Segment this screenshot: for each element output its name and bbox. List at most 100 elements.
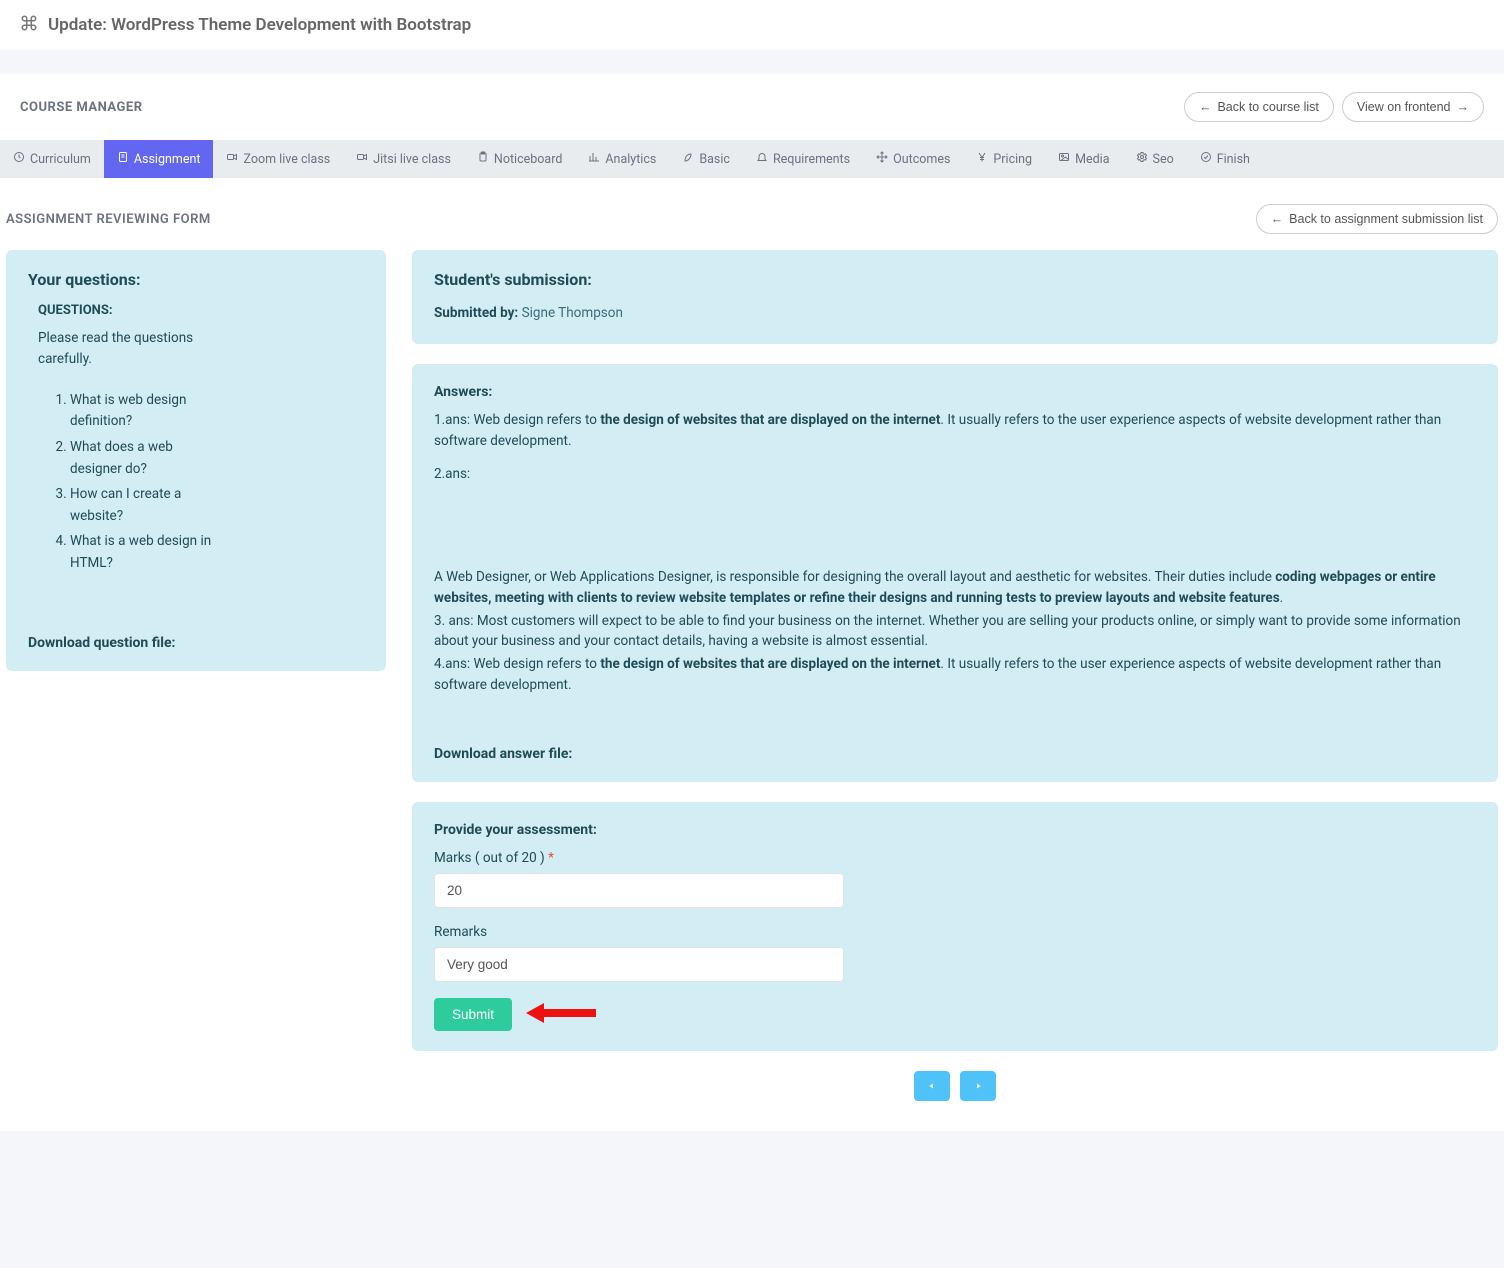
- left-column: Your questions: QUESTIONS: Please read t…: [6, 250, 386, 691]
- submitted-by: Submitted by: Signe Thompson: [434, 303, 1476, 324]
- page-title: Update: WordPress Theme Development with…: [48, 15, 471, 35]
- tab-label: Zoom live class: [243, 152, 330, 167]
- clock-icon: [13, 151, 25, 167]
- tab-label: Analytics: [605, 152, 656, 167]
- tab-label: Requirements: [773, 152, 850, 167]
- back-to-course-list-label: Back to course list: [1217, 100, 1318, 114]
- tab-label: Finish: [1217, 152, 1250, 167]
- questions-list: What is web design definition? What does…: [38, 390, 218, 575]
- tab-label: Assignment: [134, 152, 201, 167]
- arrow-left-icon: ←: [1271, 212, 1284, 226]
- answer-2-prefix: A Web Designer, or Web Applications Desi…: [434, 569, 1275, 585]
- answer-4-prefix: 4.ans: Web design refers to: [434, 656, 600, 672]
- questions-note: Please read the questions carefully.: [38, 328, 198, 370]
- remarks-label: Remarks: [434, 924, 1476, 940]
- view-on-frontend-label: View on frontend: [1357, 100, 1451, 114]
- tab-curriculum[interactable]: Curriculum: [0, 140, 104, 178]
- right-column: Student's submission: Submitted by: Sign…: [412, 250, 1498, 1101]
- arrow-right-icon: [973, 1079, 983, 1094]
- submitted-by-name: Signe Thompson: [522, 305, 623, 321]
- submission-heading: Student's submission:: [434, 270, 1476, 289]
- tab-requirements[interactable]: Requirements: [743, 140, 863, 178]
- bell-icon: [756, 151, 768, 167]
- arrow-right-icon: →: [1457, 100, 1470, 114]
- tab-label: Media: [1075, 152, 1109, 167]
- view-on-frontend-button[interactable]: View on frontend →: [1342, 92, 1484, 122]
- tab-label: Noticeboard: [494, 152, 562, 167]
- pager-prev-button[interactable]: [914, 1071, 950, 1101]
- course-manager-actions: ← Back to course list View on frontend →: [1184, 92, 1484, 122]
- tab-outcomes[interactable]: Outcomes: [863, 140, 963, 178]
- tab-analytics[interactable]: Analytics: [575, 140, 669, 178]
- tab-label: Curriculum: [30, 152, 91, 167]
- pager-next-button[interactable]: [960, 1071, 996, 1101]
- required-asterisk: *: [548, 850, 554, 866]
- remarks-input[interactable]: [434, 947, 844, 982]
- assessment-panel: Provide your assessment: Marks ( out of …: [412, 802, 1498, 1051]
- question-item: What is web design definition?: [70, 390, 218, 433]
- video-icon: [356, 151, 368, 167]
- answer-1: 1.ans: Web design refers to the design o…: [434, 410, 1476, 452]
- answer-2-suffix: .: [1280, 590, 1284, 606]
- question-item: What is a web design in HTML?: [70, 531, 218, 574]
- marks-input[interactable]: [434, 873, 844, 908]
- answer-1-prefix: 1.ans: Web design refers to: [434, 412, 600, 428]
- tab-zoom-live-class[interactable]: Zoom live class: [213, 140, 343, 178]
- tab-label: Basic: [699, 152, 730, 167]
- download-question-file-label: Download question file:: [28, 635, 364, 651]
- command-icon: [20, 14, 38, 36]
- tab-finish[interactable]: Finish: [1187, 140, 1263, 178]
- tab-seo[interactable]: Seo: [1123, 140, 1187, 178]
- tab-media[interactable]: Media: [1045, 140, 1122, 178]
- answer-2-body: A Web Designer, or Web Applications Desi…: [434, 567, 1476, 609]
- question-item: What does a web designer do?: [70, 437, 218, 480]
- tab-label: Pricing: [993, 152, 1032, 167]
- content-area: ASSIGNMENT REVIEWING FORM ← Back to assi…: [0, 178, 1504, 1131]
- course-manager-label: COURSE MANAGER: [20, 100, 143, 115]
- answer-4-bold: the design of websites that are displaye…: [600, 656, 940, 672]
- back-to-submission-list-label: Back to assignment submission list: [1289, 212, 1483, 226]
- gear-icon: [1136, 151, 1148, 167]
- tabs-bar: Curriculum Assignment Zoom live class Ji…: [0, 140, 1504, 178]
- two-column-layout: Your questions: QUESTIONS: Please read t…: [6, 250, 1498, 1101]
- spacer: [0, 50, 1504, 74]
- file-icon: [117, 151, 129, 167]
- marks-label-text: Marks ( out of 20 ): [434, 850, 545, 866]
- back-to-course-list-button[interactable]: ← Back to course list: [1184, 92, 1334, 122]
- arrow-left-icon: ←: [1199, 100, 1212, 114]
- move-icon: [876, 151, 888, 167]
- tab-jitsi-live-class[interactable]: Jitsi live class: [343, 140, 464, 178]
- submit-button[interactable]: Submit: [434, 998, 512, 1031]
- tab-label: Seo: [1153, 152, 1174, 167]
- tab-label: Outcomes: [893, 152, 950, 167]
- arrow-left-icon: [927, 1079, 937, 1094]
- image-icon: [1058, 151, 1070, 167]
- currency-icon: [976, 151, 988, 167]
- questions-heading: Your questions:: [28, 270, 364, 289]
- course-manager-bar: COURSE MANAGER ← Back to course list Vie…: [0, 74, 1504, 140]
- chart-icon: [588, 151, 600, 167]
- download-answer-file-label: Download answer file:: [434, 746, 1476, 762]
- section-header: ASSIGNMENT REVIEWING FORM ← Back to assi…: [6, 196, 1498, 250]
- assessment-heading: Provide your assessment:: [434, 822, 1476, 838]
- video-icon: [226, 151, 238, 167]
- back-to-submission-list-button[interactable]: ← Back to assignment submission list: [1256, 204, 1498, 234]
- pager: [412, 1071, 1498, 1101]
- tab-basic[interactable]: Basic: [669, 140, 743, 178]
- answer-2-label: 2.ans:: [434, 464, 1476, 485]
- clipboard-icon: [477, 151, 489, 167]
- submitted-by-label: Submitted by:: [434, 305, 518, 321]
- answers-panel: Answers: 1.ans: Web design refers to the…: [412, 364, 1498, 782]
- section-title: ASSIGNMENT REVIEWING FORM: [6, 212, 211, 227]
- tab-assignment[interactable]: Assignment: [104, 140, 214, 178]
- check-icon: [1200, 151, 1212, 167]
- tab-noticeboard[interactable]: Noticeboard: [464, 140, 575, 178]
- marks-label: Marks ( out of 20 ) *: [434, 850, 1476, 866]
- tab-pricing[interactable]: Pricing: [963, 140, 1045, 178]
- questions-panel: Your questions: QUESTIONS: Please read t…: [6, 250, 386, 671]
- answer-4: 4.ans: Web design refers to the design o…: [434, 654, 1476, 696]
- answer-3: 3. ans: Most customers will expect to be…: [434, 611, 1476, 653]
- questions-subheading: QUESTIONS:: [38, 303, 364, 318]
- leaf-icon: [682, 151, 694, 167]
- answer-1-bold: the design of websites that are displaye…: [600, 412, 940, 428]
